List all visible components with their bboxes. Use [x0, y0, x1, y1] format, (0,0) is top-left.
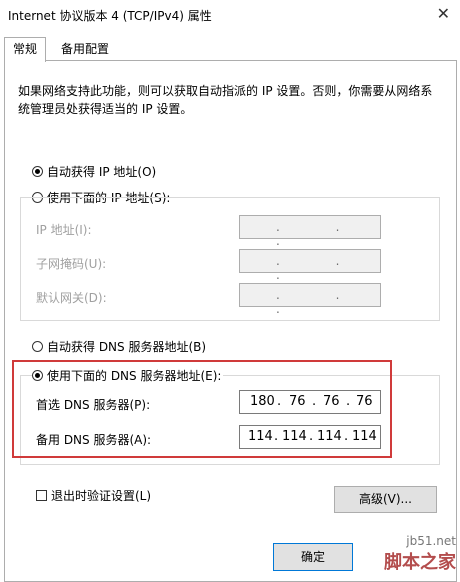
- validate-settings-label: 退出时验证设置(L): [51, 489, 152, 503]
- ip-address-label: IP 地址(I):: [36, 223, 92, 237]
- ip-address-dots: . . .: [276, 220, 366, 248]
- radio-auto-ip-label: 自动获得 IP 地址(O): [47, 165, 157, 179]
- radio-circle-icon: [32, 341, 43, 352]
- watermark: jb51.net 脚本之家: [384, 534, 456, 574]
- watermark-url: jb51.net: [406, 534, 456, 548]
- radio-auto-dns-label: 自动获得 DNS 服务器地址(B): [47, 340, 207, 354]
- window-title: Internet 协议版本 4 (TCP/IPv4) 属性: [8, 9, 212, 23]
- checkbox-icon: [36, 490, 47, 501]
- default-gateway-label: 默认网关(D):: [36, 291, 107, 305]
- radio-circle-checked-icon: [32, 166, 43, 177]
- tab-general[interactable]: 常规: [4, 37, 46, 62]
- watermark-name: 脚本之家: [384, 552, 456, 573]
- dns-highlight-frame: [12, 360, 392, 458]
- advanced-button[interactable]: 高级(V)...: [334, 486, 437, 513]
- subnet-mask-dots: . . .: [276, 254, 366, 282]
- default-gateway-dots: . . .: [276, 288, 366, 316]
- validate-settings-checkbox[interactable]: 退出时验证设置(L): [36, 487, 151, 504]
- tab-alternate-label: 备用配置: [61, 42, 110, 56]
- radio-auto-dns[interactable]: 自动获得 DNS 服务器地址(B): [32, 338, 206, 355]
- radio-auto-ip[interactable]: 自动获得 IP 地址(O): [32, 163, 156, 180]
- title-bar: Internet 协议版本 4 (TCP/IPv4) 属性 ✕: [0, 0, 460, 30]
- close-icon[interactable]: ✕: [437, 4, 450, 23]
- subnet-mask-label: 子网掩码(U):: [36, 257, 107, 271]
- subnet-mask-field: . . .: [239, 249, 381, 282]
- ok-button[interactable]: 确定: [273, 543, 353, 571]
- tab-alternate-config[interactable]: 备用配置: [55, 38, 115, 60]
- description-text: 如果网络支持此功能，则可以获取自动指派的 IP 设置。否则，你需要从网络系统管理…: [18, 84, 433, 116]
- default-gateway-field: . . .: [239, 283, 381, 316]
- ip-address-field: . . .: [239, 215, 381, 248]
- tab-general-label: 常规: [12, 42, 37, 56]
